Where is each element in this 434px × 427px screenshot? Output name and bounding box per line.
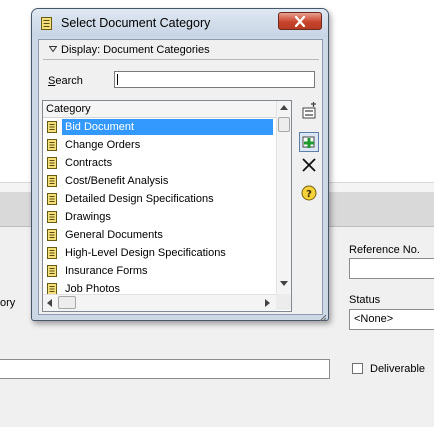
delete-button[interactable]	[299, 155, 319, 175]
document-icon	[47, 247, 57, 259]
category-column-label: Category	[46, 103, 91, 115]
category-rows: Bid Document Change Orders Contracts Cost/B…	[43, 118, 276, 311]
list-item[interactable]: Bid Document	[43, 118, 276, 136]
document-icon	[41, 17, 52, 30]
dialog-body: Display: Document Categories Search Cate…	[38, 39, 323, 315]
reference-no-field[interactable]	[349, 258, 434, 279]
list-item[interactable]: General Documents	[43, 226, 276, 244]
text-caret	[117, 74, 118, 85]
scroll-down-icon[interactable]	[280, 281, 288, 286]
category-label: ory	[0, 297, 16, 309]
svg-text:?: ?	[306, 189, 312, 200]
list-item[interactable]: Cost/Benefit Analysis	[43, 172, 276, 190]
reference-no-label: Reference No.	[349, 244, 420, 256]
document-icon	[47, 175, 57, 187]
dialog-titlebar[interactable]: Select Document Category	[32, 9, 328, 37]
select-document-category-dialog: Select Document Category Display: Docume…	[31, 8, 329, 321]
document-icon	[47, 157, 57, 169]
deliverable-checkbox[interactable]	[352, 363, 363, 374]
description-field[interactable]	[0, 359, 330, 379]
help-icon: ?	[301, 185, 317, 201]
status-label: Status	[349, 294, 381, 306]
add-button[interactable]	[299, 132, 319, 152]
document-icon	[47, 211, 57, 223]
horizontal-scroll-thumb[interactable]	[58, 296, 76, 309]
resize-grip-icon[interactable]	[319, 315, 327, 321]
close-icon	[294, 16, 306, 27]
search-input[interactable]	[114, 71, 315, 88]
scroll-right-icon[interactable]	[265, 299, 270, 307]
scroll-up-icon[interactable]	[280, 105, 288, 110]
document-icon	[47, 121, 57, 133]
close-button[interactable]	[278, 12, 322, 30]
list-item-label: High-Level Design Specifications	[65, 247, 226, 259]
list-item-label: General Documents	[65, 229, 163, 241]
help-button[interactable]: ?	[299, 183, 319, 203]
document-icon	[47, 139, 57, 151]
list-item-label: Bid Document	[65, 121, 135, 133]
list-item-label: Change Orders	[65, 139, 141, 151]
list-item-label: Detailed Design Specifications	[65, 193, 214, 205]
list-item[interactable]: High-Level Design Specifications	[43, 244, 276, 262]
deliverable-label: Deliverable	[370, 363, 426, 375]
status-select-value: <None>	[354, 313, 394, 325]
document-icon	[47, 265, 57, 277]
list-item[interactable]: Contracts	[43, 154, 276, 172]
status-select[interactable]: <None>	[349, 309, 434, 330]
scroll-left-icon[interactable]	[47, 299, 52, 307]
vertical-scroll-thumb[interactable]	[278, 117, 290, 132]
document-icon	[47, 229, 57, 241]
document-icon	[47, 193, 57, 205]
display-toggle[interactable]: Display: Document Categories	[43, 42, 317, 58]
list-item[interactable]: Insurance Forms	[43, 262, 276, 280]
list-item[interactable]: Drawings	[43, 208, 276, 226]
list-column-header[interactable]: Category	[43, 101, 276, 118]
delete-icon	[302, 158, 316, 172]
list-item-label: Insurance Forms	[65, 265, 148, 277]
list-item[interactable]: Detailed Design Specifications	[43, 190, 276, 208]
category-list[interactable]: Category Bid Document Change Orders Contra…	[42, 100, 292, 312]
search-label: Search	[48, 75, 83, 87]
display-label: Display: Document Categories	[61, 44, 210, 56]
chevron-down-icon	[49, 46, 57, 53]
new-category-button[interactable]	[299, 102, 319, 122]
list-item-label: Cost/Benefit Analysis	[65, 175, 169, 187]
scrollbar-corner	[276, 294, 291, 310]
horizontal-scrollbar[interactable]	[43, 294, 276, 311]
list-item-label: Drawings	[65, 211, 111, 223]
add-icon	[302, 136, 315, 148]
dialog-title: Select Document Category	[61, 16, 211, 30]
new-category-icon	[302, 102, 316, 119]
divider	[43, 59, 319, 60]
vertical-scrollbar[interactable]	[276, 101, 291, 294]
list-item-label: Contracts	[65, 157, 113, 169]
search-label-accesskey: S	[48, 75, 56, 87]
list-item[interactable]: Change Orders	[43, 136, 276, 154]
